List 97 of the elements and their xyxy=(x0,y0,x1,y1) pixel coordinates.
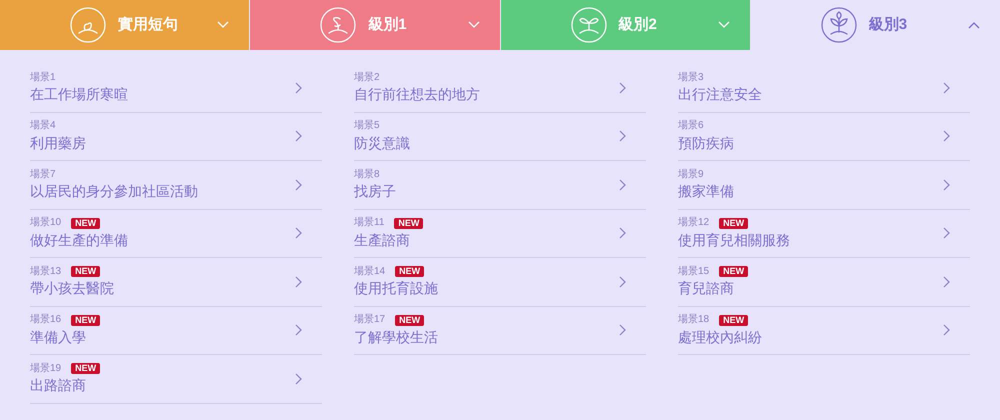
chevron-down-icon xyxy=(468,21,480,29)
scene-title: 出路諮商 xyxy=(30,376,87,396)
scene-title: 帶小孩去醫院 xyxy=(30,279,115,298)
scene-title: 了解學校生活 xyxy=(354,328,439,347)
scene-title: 搬家準備 xyxy=(678,182,735,202)
scene-item[interactable]: 場景10 NEW 做好生產的準備 xyxy=(30,210,322,258)
scene-title: 自行前往想去的地方 xyxy=(354,85,481,104)
chevron-right-icon xyxy=(295,372,302,385)
new-badge: NEW xyxy=(719,314,748,326)
scene-item[interactable]: 場景13 NEW 帶小孩去醫院 xyxy=(30,258,322,306)
scene-title: 做好生產的準備 xyxy=(30,230,129,250)
new-badge: NEW xyxy=(71,314,100,326)
scene-number: 場景5 xyxy=(354,121,380,132)
new-badge: NEW xyxy=(395,266,424,278)
scene-item[interactable]: 場景19 NEW 出路諮商 xyxy=(30,355,322,404)
chevron-right-icon xyxy=(943,276,950,288)
scene-title: 育兒諮商 xyxy=(678,279,735,298)
scene-item[interactable]: 場景5 防災意識 xyxy=(354,112,646,161)
scene-title: 出行注意安全 xyxy=(678,85,763,104)
new-badge: NEW xyxy=(719,266,748,278)
scene-number: 場景1 xyxy=(30,72,56,83)
chevron-right-icon xyxy=(943,82,950,94)
scene-title: 找房子 xyxy=(354,182,397,202)
scene-number: 場景10 xyxy=(30,218,62,228)
chevron-right-icon xyxy=(619,130,626,142)
level-tab[interactable]: 級別2 xyxy=(500,0,750,50)
chevron-right-icon xyxy=(619,82,626,94)
new-badge: NEW xyxy=(71,266,100,278)
scene-item[interactable]: 場景3 出行注意安全 xyxy=(678,64,970,112)
sprout-icon xyxy=(320,7,356,43)
scene-number: 場景19 xyxy=(30,364,62,374)
level-tab[interactable]: 級別1 xyxy=(250,0,500,50)
chevron-right-icon xyxy=(619,178,626,191)
scene-title: 使用托育設施 xyxy=(354,279,439,298)
seed-icon xyxy=(70,7,106,43)
scene-number: 場景11 xyxy=(354,218,384,228)
chevron-right-icon xyxy=(943,130,950,142)
scene-number: 場景12 xyxy=(678,218,710,228)
scene-item[interactable]: 場景7 以居民的身分參加社區活動 xyxy=(30,161,322,210)
scene-item[interactable]: 場景8 找房子 xyxy=(354,161,646,210)
scene-item[interactable]: 場景11 NEW 生產諮商 xyxy=(354,210,646,258)
chevron-down-icon xyxy=(718,21,730,29)
chevron-right-icon xyxy=(295,178,302,191)
scene-title: 生產諮商 xyxy=(354,230,411,250)
scene-title: 使用育兒相關服務 xyxy=(678,230,791,250)
new-badge: NEW xyxy=(394,218,424,229)
chevron-right-icon xyxy=(295,130,302,142)
scene-number: 場景6 xyxy=(678,121,704,132)
scene-title: 利用藥房 xyxy=(30,134,87,153)
scene-number: 場景9 xyxy=(678,170,704,180)
chevron-right-icon xyxy=(619,324,626,336)
scene-item[interactable]: 場景17 NEW 了解學校生活 xyxy=(354,306,646,355)
chevron-right-icon xyxy=(943,227,950,240)
level-tab[interactable]: 實用短句 xyxy=(0,0,250,50)
scene-title: 以居民的身分參加社區活動 xyxy=(30,182,199,202)
scene-number: 場景13 xyxy=(30,266,62,277)
scene-item[interactable]: 場景16 NEW 準備入學 xyxy=(30,306,322,355)
scene-title: 防災意識 xyxy=(354,134,411,153)
chevron-right-icon xyxy=(295,82,302,94)
seedling-icon xyxy=(570,7,606,43)
scene-number: 場景18 xyxy=(678,315,710,326)
scene-item[interactable]: 場景1 在工作場所寒暄 xyxy=(30,64,322,112)
scene-item[interactable]: 場景2 自行前往想去的地方 xyxy=(354,64,646,112)
scene-item[interactable]: 場景12 NEW 使用育兒相關服務 xyxy=(678,210,970,258)
scene-number: 場景15 xyxy=(678,266,710,277)
chevron-down-icon xyxy=(217,21,230,29)
chevron-right-icon xyxy=(295,276,302,288)
chevron-right-icon xyxy=(619,227,626,240)
new-badge: NEW xyxy=(71,218,100,229)
scene-item[interactable]: 場景14 NEW 使用托育設施 xyxy=(354,258,646,306)
scene-title: 準備入學 xyxy=(30,328,87,347)
plant-icon xyxy=(820,7,857,43)
scene-item[interactable]: 場景18 NEW 處理校內糾紛 xyxy=(678,306,970,355)
chevron-right-icon xyxy=(943,324,950,336)
chevron-right-icon xyxy=(619,276,626,288)
new-badge: NEW xyxy=(395,314,424,326)
chevron-right-icon xyxy=(295,227,302,240)
scene-number: 場景17 xyxy=(354,315,386,326)
scene-number: 場景3 xyxy=(678,72,704,83)
scene-number: 場景4 xyxy=(30,121,56,132)
scene-number: 場景2 xyxy=(354,72,380,83)
chevron-up-icon xyxy=(968,21,980,29)
new-badge: NEW xyxy=(71,363,100,374)
scene-item[interactable]: 場景15 NEW 育兒諮商 xyxy=(678,258,970,306)
chevron-right-icon xyxy=(943,178,950,191)
chevron-right-icon xyxy=(295,324,302,336)
scene-number: 場景8 xyxy=(354,170,380,180)
scene-number: 場景16 xyxy=(30,315,62,326)
scene-item[interactable]: 場景4 利用藥房 xyxy=(30,112,322,161)
scene-title: 處理校內糾紛 xyxy=(678,328,763,347)
scene-item[interactable]: 場景6 預防疾病 xyxy=(678,112,970,161)
scene-number: 場景14 xyxy=(354,266,386,277)
scene-title: 預防疾病 xyxy=(678,134,735,153)
scene-title: 在工作場所寒暄 xyxy=(30,85,129,104)
new-badge: NEW xyxy=(719,218,748,229)
scene-item[interactable]: 場景9 搬家準備 xyxy=(678,161,970,210)
scene-number: 場景7 xyxy=(30,170,56,180)
